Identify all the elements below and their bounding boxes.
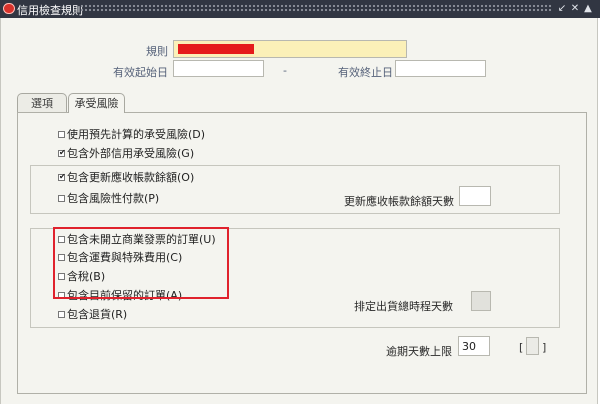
- checkbox-box[interactable]: [58, 310, 65, 318]
- checkbox-label: 包含退貨(R): [67, 308, 128, 321]
- rule-input[interactable]: [173, 40, 407, 58]
- window-titlebar: 信用檢查規則 ↙ ✕ ▲: [0, 0, 600, 18]
- bracket-right: ]: [542, 341, 547, 354]
- redacted-value: [178, 44, 254, 54]
- date-separator: -: [283, 64, 287, 77]
- end-date-field[interactable]: [395, 60, 486, 77]
- checkbox-label: 包含風險性付款(P): [67, 192, 160, 205]
- start-date-field[interactable]: [173, 60, 264, 77]
- shipping-horizon-field: [471, 291, 491, 311]
- checkbox-label: 包含更新應收帳款餘額(O): [67, 171, 195, 184]
- titlebar-grip: [80, 4, 552, 13]
- checkbox-box[interactable]: [58, 194, 65, 202]
- rule-label: 規則: [146, 45, 168, 58]
- checkbox-box[interactable]: [58, 130, 65, 138]
- overdue-days-label: 逾期天數上限: [386, 345, 452, 358]
- checkbox-include-external-exposure[interactable]: 包含外部信用承受風險(G): [58, 145, 194, 161]
- descriptive-flexfield[interactable]: [526, 337, 539, 355]
- overdue-days-field[interactable]: 30: [458, 336, 490, 356]
- maximize-icon[interactable]: ▲: [582, 2, 594, 15]
- checkbox-box[interactable]: [58, 149, 65, 157]
- checkbox-box[interactable]: [58, 173, 65, 181]
- checkbox-include-open-receivables[interactable]: 包含更新應收帳款餘額(O): [58, 169, 194, 185]
- shipping-horizon-label: 排定出貨總時程天數: [354, 300, 453, 313]
- tab-exposure[interactable]: 承受風險: [68, 93, 125, 113]
- window-title: 信用檢查規則: [17, 4, 83, 17]
- bracket-left: [: [519, 341, 524, 354]
- tab-options[interactable]: 選項: [17, 93, 67, 113]
- checkbox-use-precalc-exposure[interactable]: 使用預先計算的承受風險(D): [58, 126, 205, 142]
- receivables-days-field[interactable]: [459, 186, 491, 206]
- close-icon[interactable]: ✕: [569, 2, 581, 15]
- checkbox-include-returns[interactable]: 包含退貨(R): [58, 306, 127, 322]
- receivables-days-label: 更新應收帳款餘額天數: [344, 195, 454, 208]
- oracle-app-icon: [3, 3, 15, 14]
- checkbox-include-risky-payments[interactable]: 包含風險性付款(P): [58, 190, 159, 206]
- minimize-icon[interactable]: ↙: [556, 2, 568, 15]
- start-date-label: 有效起始日: [113, 66, 168, 79]
- checkbox-label: 包含外部信用承受風險(G): [67, 147, 195, 160]
- highlight-box: [53, 227, 229, 299]
- end-date-label: 有效終止日: [338, 66, 393, 79]
- checkbox-label: 使用預先計算的承受風險(D): [67, 128, 206, 141]
